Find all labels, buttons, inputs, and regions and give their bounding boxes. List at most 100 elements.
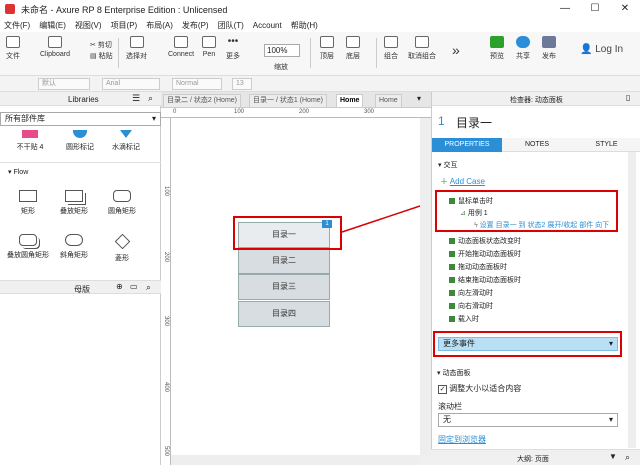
- event-on-click[interactable]: 鼠标单击时: [449, 196, 493, 206]
- canvas-menu-item-4[interactable]: 目录四: [238, 301, 330, 327]
- tab-home-active[interactable]: Home: [336, 94, 364, 107]
- widget-diamond[interactable]: 菱形: [100, 233, 144, 263]
- send-to-back-button[interactable]: 底层: [346, 36, 360, 61]
- add-case-link[interactable]: ＋ Add Case: [440, 176, 485, 187]
- chevron-down-icon: ▾: [438, 162, 442, 169]
- widget-name[interactable]: 目录一: [456, 114, 492, 131]
- preview-button[interactable]: 预览: [490, 36, 504, 61]
- interaction-section-toggle[interactable]: ▾ 交互: [438, 160, 457, 170]
- tab-notes[interactable]: NOTES: [502, 138, 572, 152]
- search-icon[interactable]: ⌕: [146, 282, 151, 293]
- tab-style[interactable]: STYLE: [572, 138, 640, 152]
- add-master-icon[interactable]: ⊕: [116, 282, 123, 291]
- zoom-label: 缩放: [274, 64, 288, 71]
- connector-icon: [174, 36, 189, 48]
- filter-icon[interactable]: ▼: [609, 452, 617, 461]
- canvas-menu-item-3[interactable]: 目录三: [238, 274, 330, 300]
- inspector-header: 检查器: 动态面板 ▯: [432, 92, 640, 106]
- share-button[interactable]: 共享: [516, 36, 530, 61]
- menu-bar: 文件(F) 编辑(E) 视图(V) 项目(P) 布局(A) 发布(P) 团队(T…: [0, 18, 640, 32]
- event-swipe-left[interactable]: 向左滑动时: [449, 288, 493, 298]
- horizontal-scrollbar[interactable]: [171, 455, 420, 465]
- top-ruler: 0 100 200 300: [161, 108, 431, 118]
- window-controls: — ☐ ✕: [550, 0, 640, 18]
- ungroup-button[interactable]: 取消组合: [408, 36, 436, 61]
- widget-bevel-rectangle[interactable]: 斜角矩形: [52, 234, 96, 260]
- circle-marker-icon: [73, 130, 87, 138]
- maximize-button[interactable]: ☐: [580, 0, 610, 18]
- flow-section-toggle[interactable]: ▾ Flow: [8, 168, 28, 176]
- document-icon[interactable]: ▯: [626, 93, 630, 102]
- widget-rounded-rectangle[interactable]: 圆角矩形: [100, 190, 144, 216]
- close-button[interactable]: ✕: [610, 0, 640, 18]
- widget-sticky-4[interactable]: 不干贴 4: [8, 130, 52, 152]
- masters-title: 母版: [74, 285, 90, 294]
- rounded-rectangle-icon: [113, 190, 131, 202]
- folder-icon[interactable]: ▭: [130, 282, 138, 291]
- menu-publish[interactable]: 发布(P): [182, 20, 209, 31]
- event-state-change[interactable]: 动态面板状态改变时: [449, 236, 521, 246]
- search-icon[interactable]: ⌕: [148, 93, 153, 104]
- menu-edit[interactable]: 编辑(E): [39, 20, 66, 31]
- diamond-icon: [114, 233, 130, 250]
- menu-icon[interactable]: ☰: [132, 93, 140, 104]
- library-select[interactable]: 所有部件库 ▾: [0, 112, 161, 126]
- menu-arrange[interactable]: 布局(A): [146, 20, 173, 31]
- style-select[interactable]: 默认: [38, 78, 90, 90]
- event-on-load[interactable]: 载入时: [449, 314, 479, 324]
- pen-button[interactable]: Pen: [202, 36, 216, 58]
- more-button[interactable]: ••• 更多: [226, 36, 240, 61]
- scrollbar-select[interactable]: 无 ▾: [438, 413, 618, 427]
- clipboard-group[interactable]: Clipboard: [40, 36, 70, 58]
- font-select[interactable]: Arial: [102, 78, 160, 90]
- dynamic-panel-section-toggle[interactable]: ▾ 动态面板: [437, 368, 470, 378]
- menu-view[interactable]: 视图(V): [75, 20, 102, 31]
- menu-team[interactable]: 团队(T): [218, 20, 244, 31]
- ungroup-icon: [415, 36, 429, 48]
- group-button[interactable]: 组合: [384, 36, 398, 61]
- menu-file[interactable]: 文件(F): [4, 20, 30, 31]
- action-item[interactable]: ϟ 设置 目录一 到 状态2 展开/收起 部件 向下: [474, 220, 609, 230]
- expand-toolbar-icon[interactable]: »: [452, 42, 460, 58]
- widget-circle-marker[interactable]: 圆形标记: [58, 130, 102, 152]
- cut-button[interactable]: ✂ 剪切: [90, 40, 112, 50]
- canvas-menu-item-2[interactable]: 目录二: [238, 248, 330, 274]
- tab-menu2-state2[interactable]: 目录二 / 状态2 (Home): [163, 94, 242, 107]
- fit-content-checkbox[interactable]: ✓ 调整大小以适合内容: [438, 383, 521, 394]
- event-drag-end[interactable]: 结束拖动动态面板时: [449, 275, 521, 285]
- event-swipe-right[interactable]: 向右滑动时: [449, 301, 493, 311]
- connect-button[interactable]: Connect: [168, 36, 194, 58]
- tab-overflow-icon[interactable]: ▾: [417, 94, 421, 103]
- menu-project[interactable]: 项目(P): [111, 20, 138, 31]
- event-dragging[interactable]: 拖动动态面板时: [449, 262, 507, 272]
- menu-help[interactable]: 帮助(H): [291, 20, 318, 31]
- font-size-select[interactable]: 13: [232, 78, 252, 90]
- publish-button[interactable]: 发布: [542, 36, 556, 61]
- stacked-rounded-rectangle-icon: [19, 234, 37, 246]
- event-drag-start[interactable]: 开始拖动动态面板时: [449, 249, 521, 259]
- pin-to-browser-link[interactable]: 固定到浏览器: [438, 434, 486, 445]
- left-ruler: 100 200 300 400 500: [161, 118, 171, 465]
- widget-stacked-rectangle[interactable]: 叠放矩形: [52, 190, 96, 216]
- widget-drop-marker[interactable]: 水滴标记: [104, 130, 148, 152]
- zoom-select[interactable]: 100%: [264, 44, 300, 57]
- more-events-select[interactable]: 更多事件 ▾: [438, 337, 618, 351]
- font-weight-select[interactable]: Normal: [172, 78, 222, 90]
- inspector-scrollbar[interactable]: [628, 152, 636, 448]
- paste-button[interactable]: ▤ 粘贴: [90, 51, 113, 61]
- tab-menu1-state1[interactable]: 目录一 / 状态1 (Home): [249, 94, 328, 107]
- tab-properties[interactable]: PROPERTIES: [432, 138, 502, 152]
- select-mode-button[interactable]: 选择对: [126, 36, 147, 61]
- vertical-scrollbar[interactable]: [420, 118, 431, 455]
- bring-to-front-button[interactable]: 顶层: [320, 36, 334, 61]
- login-button[interactable]: 👤 Log In: [580, 44, 623, 55]
- widget-rectangle[interactable]: 矩形: [6, 190, 50, 216]
- file-button[interactable]: 文件: [6, 36, 20, 61]
- inspector-tabs: PROPERTIES NOTES STYLE: [432, 138, 640, 152]
- tab-home[interactable]: Home: [375, 94, 402, 107]
- minimize-button[interactable]: —: [550, 0, 580, 18]
- widget-stacked-rounded-rectangle[interactable]: 叠放圆角矩形: [6, 234, 50, 260]
- search-icon[interactable]: ⌕: [625, 452, 630, 463]
- menu-account[interactable]: Account: [253, 21, 282, 30]
- case-item[interactable]: ⊿ 用例 1: [460, 208, 488, 218]
